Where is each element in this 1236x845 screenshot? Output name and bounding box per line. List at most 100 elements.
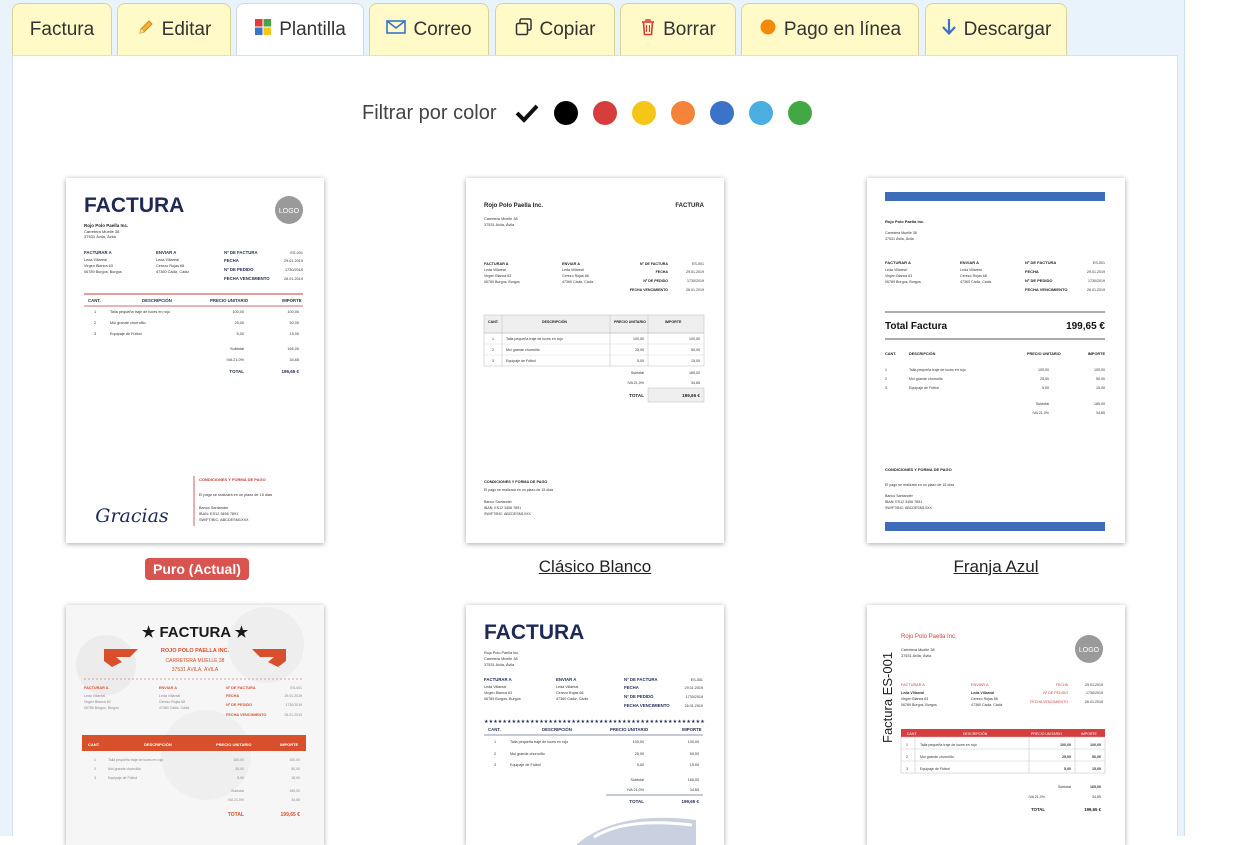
date-label: FECHA: [224, 258, 239, 263]
due-label: FECHA VENCIMIENTO: [1025, 287, 1067, 292]
total-factura-value: 199,65 €: [1066, 321, 1105, 332]
num-value: ES-001: [692, 262, 704, 266]
num-label: Nº DE FACTURA: [1025, 260, 1056, 265]
tax-value: 34,65: [289, 358, 299, 362]
template-name-franja-azul[interactable]: Franja Azul: [867, 557, 1125, 577]
color-green-option[interactable]: [788, 101, 813, 125]
conditions-heading: CONDICIONES Y FORMA DE PAGO: [199, 477, 266, 482]
due-label: FECHA VENCIMIENTO: [224, 276, 270, 281]
col-price: PRECIO UNITARIO: [614, 320, 646, 324]
color-lightblue-option[interactable]: [749, 101, 774, 125]
template-card-4[interactable]: ★ FACTURA ★ ROJO POLO PAELLA INC. CARRET…: [66, 605, 324, 845]
item-desc: Equipaje de Fútbol: [920, 767, 950, 771]
template-card-5[interactable]: FACTURA Rojo Polo Paella Inc. Carretera …: [466, 605, 724, 845]
order-label: Nº DE PEDIDO: [643, 279, 668, 283]
logo-text: LOGO: [1079, 647, 1100, 654]
item-amount: 15,00: [291, 776, 300, 780]
col-desc: DESCRIPCIÓN: [963, 731, 988, 736]
num-value: ES-001: [691, 678, 703, 682]
iban: IBAN: ES12 3456 7891: [484, 506, 521, 510]
subtotal-label: Subtotal: [1036, 402, 1049, 406]
item-amount: 100,00: [1094, 368, 1105, 372]
item-price: 25,00: [234, 321, 244, 325]
template-current-badge[interactable]: Puro (Actual): [145, 558, 249, 580]
item-amount: 15,00: [1096, 386, 1105, 390]
tab-borrar[interactable]: Borrar: [620, 3, 736, 55]
total-label: TOTAL: [629, 393, 644, 398]
color-yellow-option[interactable]: [632, 101, 657, 125]
item-qty: 1: [94, 758, 96, 762]
bill-to-label: FACTURAR A: [885, 260, 911, 265]
bank-name: Banco Santander: [484, 500, 513, 504]
item-desc: Mui grande churrolito: [110, 321, 146, 325]
item-price: 100,00: [233, 758, 244, 762]
tab-correo[interactable]: Correo: [369, 3, 489, 55]
tab-label: Plantilla: [279, 19, 346, 40]
item-qty: 1: [492, 337, 494, 341]
color-red-option[interactable]: [593, 101, 618, 125]
item-qty: 3: [492, 359, 494, 363]
template-card-6[interactable]: Factura ES-001 Rojo Polo Paella Inc. Car…: [867, 605, 1125, 845]
envelope-icon: [386, 19, 407, 41]
company-city: 37531 ÁVILA, ÁVILA: [172, 666, 219, 673]
total-value: 199,65 €: [682, 393, 700, 398]
due-value: 26.01.2019: [284, 277, 303, 281]
col-desc: DESCRIPCIÓN: [542, 727, 572, 732]
tab-factura[interactable]: Factura: [12, 3, 112, 55]
ship-street: Cerezo Rojas 68: [156, 264, 184, 268]
order-label: Nº DE PEDIDO: [1025, 278, 1052, 283]
arrow-down-icon: [941, 18, 957, 42]
item-desc: Talla pequeña traje de luces en rojo: [108, 758, 163, 762]
item-amount: 50,00: [1092, 755, 1101, 759]
tax-value: 34,65: [1096, 411, 1105, 415]
item-price: 100,00: [1038, 368, 1049, 372]
template-card-puro[interactable]: FACTURA LOGO Rojo Polo Paella Inc. Carre…: [66, 178, 324, 543]
bill-name: Leda Villareal: [484, 685, 506, 689]
tab-editar[interactable]: Editar: [117, 3, 231, 55]
ship-street: Cerezo Rojas 68: [562, 274, 589, 278]
subtotal-label: Subtotal: [230, 347, 244, 351]
ship-city: 47360 Cádiz, Cádiz: [562, 280, 594, 284]
conditions-text: El pago se realizará en un plazo de 15 d…: [885, 483, 954, 487]
item-qty: 3: [94, 776, 96, 780]
num-label: Nº DE FACTURA: [624, 677, 658, 682]
order-label: Nº DE PEDIDO: [624, 694, 654, 699]
bill-to-label: FACTURAR A: [901, 683, 925, 687]
date-label: FECHA: [656, 270, 669, 274]
total-value: 199,65 €: [1084, 807, 1101, 812]
tab-pago-en-linea[interactable]: Pago en línea: [741, 3, 919, 55]
template-card-clasico-blanco[interactable]: Rojo Polo Paella Inc. FACTURA Carretera …: [466, 178, 724, 543]
company-street: Carretera Muelle 38: [484, 657, 518, 661]
tab-copiar[interactable]: Copiar: [495, 3, 615, 55]
company-name: Rojo Polo Paella Inc.: [901, 634, 957, 640]
bill-street: Virgen Blanca 63: [484, 691, 512, 695]
bill-name: Leda Villareal: [84, 258, 107, 262]
bill-to-label: FACTURAR A: [484, 262, 509, 266]
check-icon[interactable]: [514, 100, 540, 126]
tab-label: Copiar: [539, 18, 596, 40]
col-price: PRECIO UNITARIO: [610, 727, 649, 732]
bill-city: 06789 Burgos, Burgos: [84, 270, 122, 274]
color-black-option[interactable]: [554, 101, 579, 125]
pencil-icon: [137, 18, 155, 42]
ship-name: Leda Villareal: [556, 685, 578, 689]
company-name: Rojo Polo Paella Inc.: [484, 651, 519, 655]
item-qty: 2: [906, 755, 908, 759]
template-card-franja-azul[interactable]: Rojo Polo Paella Inc. Carretera Muelle 3…: [867, 178, 1125, 543]
company-name: Rojo Polo Paella Inc.: [484, 203, 543, 209]
due-label: FECHA VENCIMIENTO: [226, 713, 266, 717]
item-amount: 100,00: [1090, 743, 1101, 747]
company-city: 37531 Ávila, Ávila: [885, 237, 914, 241]
conditions-text: El pago se realizará en un plazo de 15 d…: [199, 493, 272, 497]
item-amount: 15,00: [1092, 767, 1101, 771]
company-street: Carretera Muelle 38: [885, 231, 917, 235]
tab-descargar[interactable]: Descargar: [925, 3, 1067, 55]
tab-plantilla[interactable]: Plantilla: [236, 3, 364, 56]
ship-city: 47360 Cádiz, Cádiz: [556, 697, 588, 701]
template-name-clasico-blanco[interactable]: Clásico Blanco: [466, 557, 724, 577]
item-price: 25,00: [1062, 755, 1071, 759]
color-orange-option[interactable]: [671, 101, 696, 125]
color-blue-option[interactable]: [710, 101, 735, 125]
due-value: 26.01.2019: [1085, 700, 1103, 704]
order-label: Nº DE PEDIDO: [1043, 691, 1068, 695]
